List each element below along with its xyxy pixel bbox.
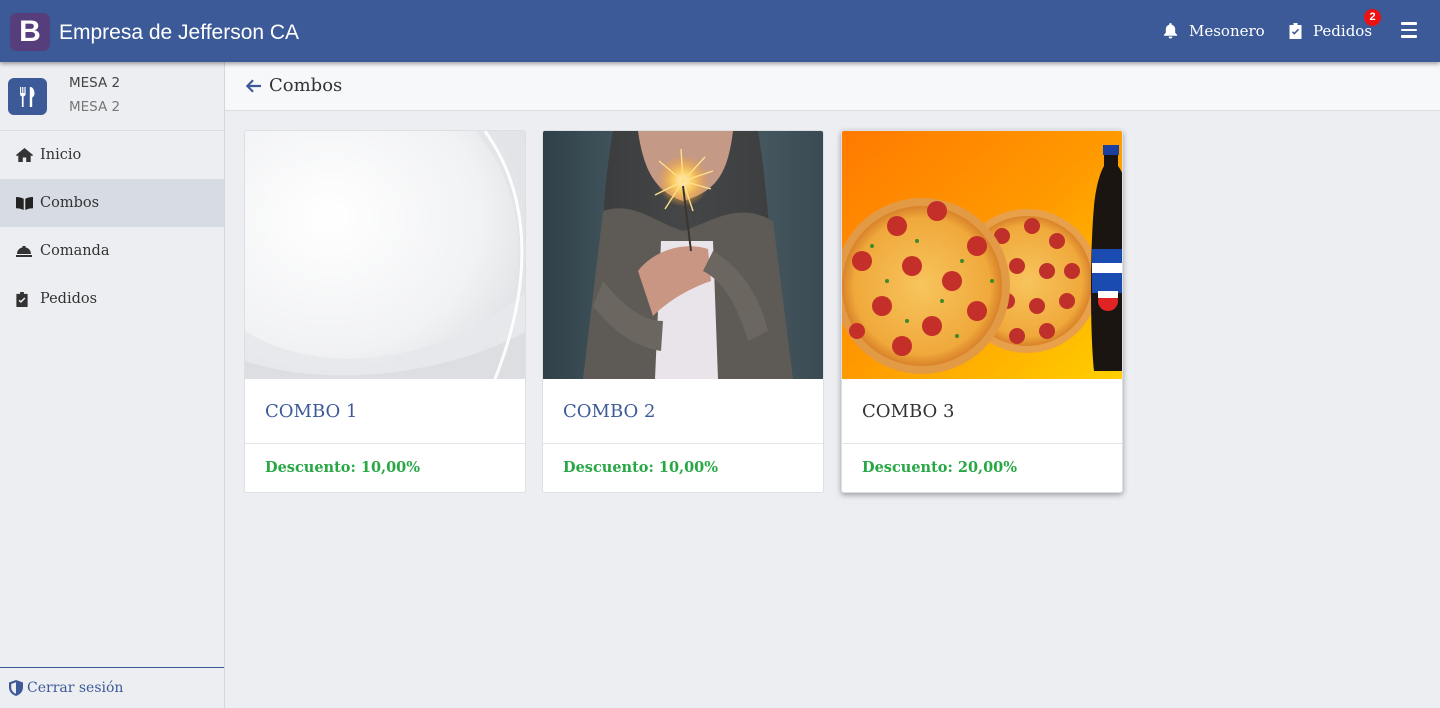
card-divider <box>245 443 525 444</box>
table-subtitle: MESA 2 <box>69 99 121 115</box>
combo-card-3[interactable]: COMBO 3 Descuento: 20,00% <box>841 130 1123 493</box>
sidebar-item-inicio[interactable]: Inicio <box>0 131 224 179</box>
combo-card-2[interactable]: COMBO 2 Descuento: 10,00% <box>542 130 824 493</box>
concierge-bell-icon <box>16 245 34 258</box>
home-icon <box>16 148 34 162</box>
combo-image <box>245 131 525 379</box>
mesonero-button[interactable]: Mesonero <box>1163 20 1265 42</box>
sidebar-item-comanda[interactable]: Comanda <box>0 227 224 275</box>
sidebar-item-label: Inicio <box>40 147 82 163</box>
combo-discount: Descuento: 10,00% <box>563 459 719 476</box>
top-navbar: B Empresa de Jefferson CA Mesonero Pedid… <box>0 0 1440 62</box>
card-divider <box>543 443 823 444</box>
sidebar-item-label: Comanda <box>40 243 110 259</box>
sidebar-item-label: Combos <box>40 195 100 211</box>
combo-discount: Descuento: 20,00% <box>862 459 1018 476</box>
logout-link[interactable]: Cerrar sesión <box>0 667 224 708</box>
combo-title: COMBO 3 <box>862 401 955 422</box>
card-divider <box>842 443 1122 444</box>
clipboard-check-icon <box>16 291 34 307</box>
combo-title: COMBO 2 <box>563 401 656 422</box>
sidebar-item-pedidos[interactable]: Pedidos <box>0 275 224 323</box>
utensils-icon <box>8 78 47 115</box>
page-title: Combos <box>269 75 343 96</box>
combo-image <box>543 131 823 379</box>
book-open-icon <box>16 196 34 210</box>
table-name: MESA 2 <box>69 75 121 91</box>
pedidos-top-button[interactable]: Pedidos <box>1289 20 1372 42</box>
arrow-left-icon[interactable] <box>245 78 261 94</box>
mesonero-label: Mesonero <box>1189 22 1265 40</box>
combo-image <box>842 131 1122 379</box>
page-header: Combos <box>225 62 1440 111</box>
combo-card-1[interactable]: COMBO 1 Descuento: 10,00% <box>244 130 526 493</box>
sidebar-item-label: Pedidos <box>40 291 98 307</box>
sidebar-item-combos[interactable]: Combos <box>0 179 224 227</box>
brand-logo[interactable]: B <box>10 13 50 51</box>
pedidos-top-label: Pedidos <box>1313 22 1373 40</box>
table-info: MESA 2 MESA 2 <box>0 62 224 131</box>
clipboard-check-icon <box>1289 23 1302 39</box>
bell-icon <box>1163 23 1178 39</box>
hamburger-icon[interactable] <box>1401 22 1417 38</box>
logout-label: Cerrar sesión <box>27 680 124 696</box>
shield-icon <box>9 680 23 696</box>
combo-discount: Descuento: 10,00% <box>265 459 421 476</box>
pedidos-count-badge: 2 <box>1364 9 1381 26</box>
brand-name[interactable]: Empresa de Jefferson CA <box>59 20 299 46</box>
combo-title: COMBO 1 <box>265 401 358 422</box>
sidebar: MESA 2 MESA 2 Inicio Combos Comanda Pedi… <box>0 62 225 708</box>
